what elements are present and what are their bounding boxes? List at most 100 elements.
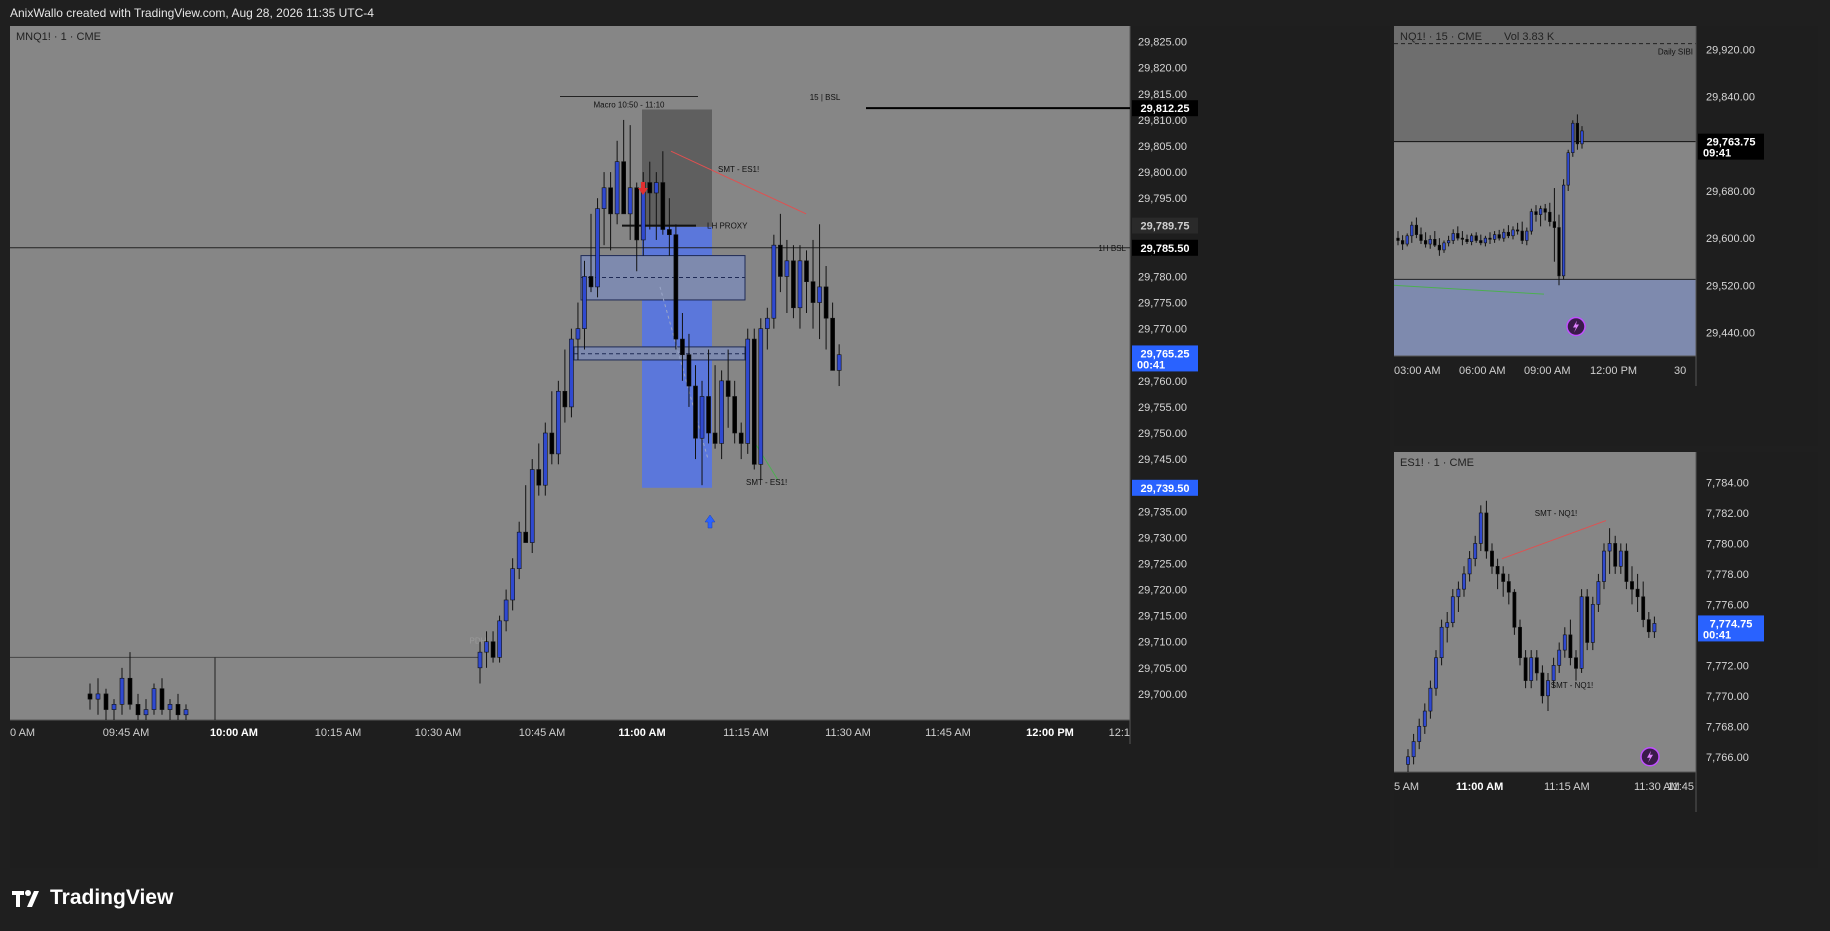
es-chart-panel[interactable]: ES1! · 1 · CME 7,784.00 7,782.00 7,780.00 7,…	[1394, 452, 1818, 868]
nq-chart[interactable]: Daily SIBI NQ1! · 15 · CME Vol 3.83 K 29,92…	[1393, 26, 1818, 446]
es-candle	[1590, 604, 1595, 643]
es-candle	[1490, 550, 1494, 567]
mnq-candle	[601, 187, 607, 209]
mnq-candle	[804, 260, 809, 282]
nq-y-tick: 29,680.00	[1706, 186, 1755, 198]
brand-name: TradingView	[50, 886, 174, 909]
es-candle	[1473, 543, 1478, 559]
es-y-tick: 7,782.00	[1706, 508, 1749, 520]
mnq-candle	[810, 281, 816, 303]
mnq-x-tick: 11:15 AM	[723, 727, 769, 739]
nq-y-tick: 29,920.00	[1706, 45, 1755, 57]
main-chart-panel[interactable]: MNQ1! · 1 · CME 29,825.00 29,820.00 29,815.…	[10, 26, 1390, 868]
nq-candle	[1516, 229, 1520, 232]
mnq-candle	[680, 338, 685, 356]
mnq-candle	[175, 704, 181, 716]
mnq-candle	[765, 317, 770, 329]
mnq-candle	[87, 693, 93, 700]
mnq-candle	[159, 688, 165, 710]
es-x-tick: 11:15 AM	[1544, 781, 1590, 793]
mnq-y-tick: 29,745.00	[1138, 454, 1187, 466]
mnq-candle	[183, 709, 189, 716]
mnq-x-tick: 10:30 AM	[415, 727, 461, 739]
es-y-tick: 7,780.00	[1706, 538, 1749, 550]
es-candle	[1467, 558, 1472, 575]
mnq-y-tick: 29,725.00	[1138, 558, 1187, 570]
es-y-tick: 7,772.00	[1706, 660, 1749, 672]
nq-y-tick: 29,840.00	[1706, 92, 1755, 104]
mnq-title: MNQ1! · 1 · CME	[16, 31, 101, 43]
es-y-tick: 7,768.00	[1706, 721, 1749, 733]
nq-candle	[1423, 240, 1428, 245]
mnq-candle	[693, 385, 698, 439]
nq-candle	[1456, 233, 1460, 239]
mnq-candle	[127, 677, 133, 705]
mnq-candle	[497, 620, 502, 658]
es-candle	[1562, 634, 1567, 651]
nq-candle	[1446, 240, 1451, 244]
nq-candle	[1548, 211, 1552, 222]
nq-y-tick: 29,520.00	[1706, 280, 1755, 292]
es-y-tick: 7,766.00	[1706, 752, 1749, 764]
nq-candle	[1451, 233, 1455, 241]
mnq-candle	[823, 286, 829, 319]
mnq-candle	[562, 390, 568, 408]
mnq-candle	[95, 693, 101, 700]
es-candle	[1534, 657, 1539, 674]
es-candle	[1579, 596, 1584, 669]
mnq-y-tick: 29,770.00	[1138, 324, 1187, 336]
mnq-candle	[712, 432, 718, 444]
mnq-y-tick: 29,730.00	[1138, 532, 1187, 544]
es-candle	[1607, 543, 1612, 552]
nq-x-tick: 09:00 AM	[1524, 365, 1570, 377]
mnq-candle	[111, 704, 117, 710]
es-candle	[1445, 622, 1450, 628]
es-candle	[1450, 596, 1455, 623]
es-y-tick: 7,776.00	[1706, 599, 1749, 611]
nq-candle	[1493, 234, 1497, 240]
es-chart[interactable]: ES1! · 1 · CME 7,784.00 7,782.00 7,780.00 7,…	[1394, 452, 1818, 868]
mnq-candle	[167, 704, 173, 710]
mnq-candle	[510, 568, 515, 601]
mnq-candle	[503, 599, 509, 622]
nq-candle	[1552, 221, 1557, 228]
es-smt-bottom-label: SMT - NQ1!	[1551, 681, 1594, 690]
es-candle	[1624, 550, 1629, 582]
es-candle	[1518, 626, 1522, 659]
mnq-y-tick: 29,795.00	[1138, 193, 1187, 205]
mnq-candle	[119, 677, 125, 705]
mnq-candle	[143, 709, 149, 716]
nq-candle	[1488, 237, 1492, 240]
es-y-tick: 7,770.00	[1706, 691, 1749, 703]
mnq-candle	[699, 396, 705, 439]
es-candle	[1557, 649, 1562, 666]
es-candle	[1596, 581, 1601, 605]
mnq-x-tick: 10:15 AM	[315, 727, 361, 739]
mnq-candle	[529, 469, 535, 543]
mnq-y-tick: 29,705.00	[1138, 663, 1187, 675]
mnq-candle	[477, 651, 483, 669]
tradingview-logo[interactable]: TradingView	[12, 886, 173, 910]
mnq-candle	[582, 276, 587, 329]
es-x-tick: 11:45	[1667, 781, 1694, 793]
mnq-candle	[758, 328, 764, 465]
nq-candle	[1442, 242, 1446, 251]
mnq-candle	[745, 338, 751, 444]
mnq-candle	[784, 260, 790, 277]
nq-candle	[1539, 208, 1543, 215]
mnq-y-tick: 29,815.00	[1138, 89, 1187, 101]
mnq-y-tick: 29,715.00	[1138, 611, 1187, 623]
nq-candle	[1575, 122, 1580, 145]
nq-candle	[1534, 211, 1538, 215]
mnq-price-label: 29,739.50	[1141, 483, 1190, 495]
nq-candle	[1405, 235, 1409, 245]
es-candle	[1540, 672, 1545, 697]
mnq-candle	[647, 182, 653, 194]
nq-chart-panel[interactable]: Daily SIBI NQ1! · 15 · CME Vol 3.83 K 29,92…	[1393, 26, 1818, 446]
mnq-candle	[614, 161, 620, 215]
mnq-chart[interactable]: MNQ1! · 1 · CME 29,825.00 29,820.00 29,815.…	[10, 26, 1390, 868]
mnq-y-tick: 29,760.00	[1138, 376, 1187, 388]
mnq-candle	[719, 380, 724, 444]
mnq-x-tick: 10:45 AM	[519, 727, 565, 739]
es-y-tick: 7,778.00	[1706, 569, 1749, 581]
